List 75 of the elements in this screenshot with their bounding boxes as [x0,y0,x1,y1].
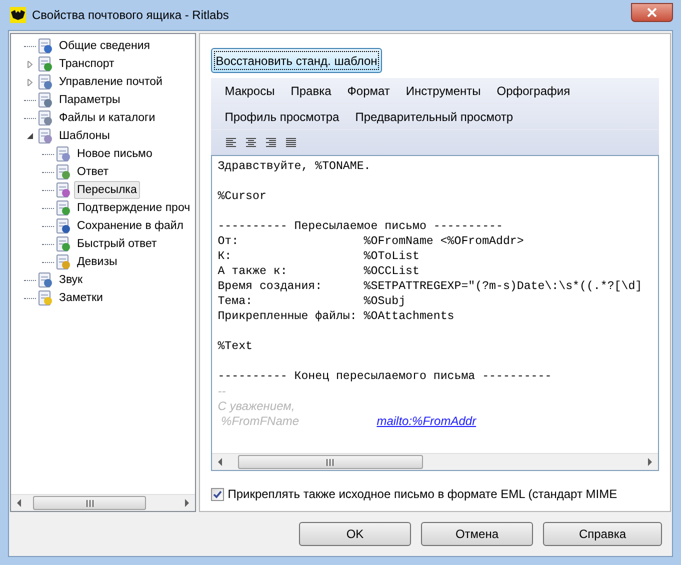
template-line: Тема: %OSubj [218,294,407,309]
align-center-icon[interactable] [244,138,257,148]
tree-item[interactable]: Подтверждение проч [74,199,194,217]
document-icon [37,290,53,306]
editor-scrollbar[interactable] [212,453,658,470]
document-icon [55,164,71,180]
tree-item[interactable]: Девизы [74,253,120,271]
window-title: Свойства почтового ящика - Ritlabs [32,7,230,24]
collapse-arrow-icon[interactable] [26,132,34,140]
tree-item[interactable]: Файлы и каталоги [56,109,158,127]
close-button[interactable] [631,2,673,22]
menu-item[interactable]: Инструменты [406,82,481,100]
menu-item[interactable]: Макросы [224,82,275,100]
template-line: Здравствуйте, %TONAME. [218,159,372,174]
template-line: Время создания: %SETPATTREGEXP="(?m-s)Date\:\s*((.*?[\d] [218,279,644,294]
expand-arrow-icon[interactable] [26,60,34,68]
tree-item[interactable]: Заметки [56,289,106,307]
menu-item[interactable]: Предварительный просмотр [355,108,514,126]
menu-item[interactable]: Орфография [496,82,570,100]
document-icon [37,110,53,126]
close-icon [647,8,657,16]
dialog-button[interactable]: Справка [543,522,662,546]
tree-item[interactable]: Ответ [74,163,112,181]
document-icon [37,92,53,108]
template-line: От: %OFromName <%OFromAddr> [218,234,525,249]
document-icon [55,218,71,234]
document-icon [55,254,71,270]
document-icon [37,74,53,90]
tree-item[interactable]: Быстрый ответ [74,235,160,253]
tree-item[interactable]: Новое письмо [74,145,156,163]
bat-logo-icon [10,7,26,23]
signature-line: С уважением, [218,399,296,414]
tree-item[interactable]: Звук [56,271,86,289]
checkbox-label: Прикреплять также исходное письмо в формате EML (стандарт MIME [228,486,618,503]
menu-item[interactable]: Формат [347,82,390,100]
grip-icon [326,458,334,466]
tree-item[interactable]: Общие сведения [56,37,153,55]
document-icon [37,56,53,72]
template-line: %Cursor [218,189,268,204]
signature-line: -- [218,384,227,399]
attach-eml-checkbox[interactable] [210,488,224,500]
tree-item[interactable]: Параметры [56,91,124,109]
document-icon [55,200,71,216]
grip-icon [86,500,94,506]
tree-item[interactable]: Сохранение в файл [74,217,187,235]
document-icon [37,38,53,54]
document-icon [55,182,71,198]
template-line: К: %OToList [218,249,420,264]
template-line: %Text [218,339,254,354]
document-icon [55,146,71,162]
dialog-button[interactable]: OK [299,522,411,546]
template-editor[interactable] [210,155,659,471]
tree-item[interactable]: Управление почтой [56,73,166,91]
template-line: ---------- Пересылаемое письмо ---------- [218,219,504,234]
tree-item[interactable]: Шаблоны [56,127,113,145]
tree-item[interactable]: Пересылка [74,181,140,199]
template-line: ---------- Конец пересылаемого письма ---------- [218,369,553,384]
menu-item[interactable]: Правка [290,82,332,100]
dialog-button[interactable]: Отмена [421,522,533,546]
template-line: Прикрепленные файлы: %OAttachments [218,309,456,324]
document-icon [37,128,53,144]
document-icon [37,272,53,288]
menu-item[interactable]: Профиль просмотра [224,108,340,126]
restore-template-button[interactable]: Восстановить станд. шаблон [210,48,382,73]
expand-arrow-icon[interactable] [26,78,34,86]
tree-scrollbar[interactable] [11,494,195,511]
tree-item[interactable]: Транспорт [56,55,118,73]
align-left-icon[interactable] [224,138,237,148]
document-icon [55,236,71,252]
align-justify-icon[interactable] [284,138,297,148]
signature-line: %FromFName [220,414,300,429]
template-line: А также к: %OCCList [218,264,420,279]
align-right-icon[interactable] [264,138,277,148]
checkmark-icon [212,490,222,498]
mailto-link[interactable]: mailto:%FromAddr [376,414,476,429]
